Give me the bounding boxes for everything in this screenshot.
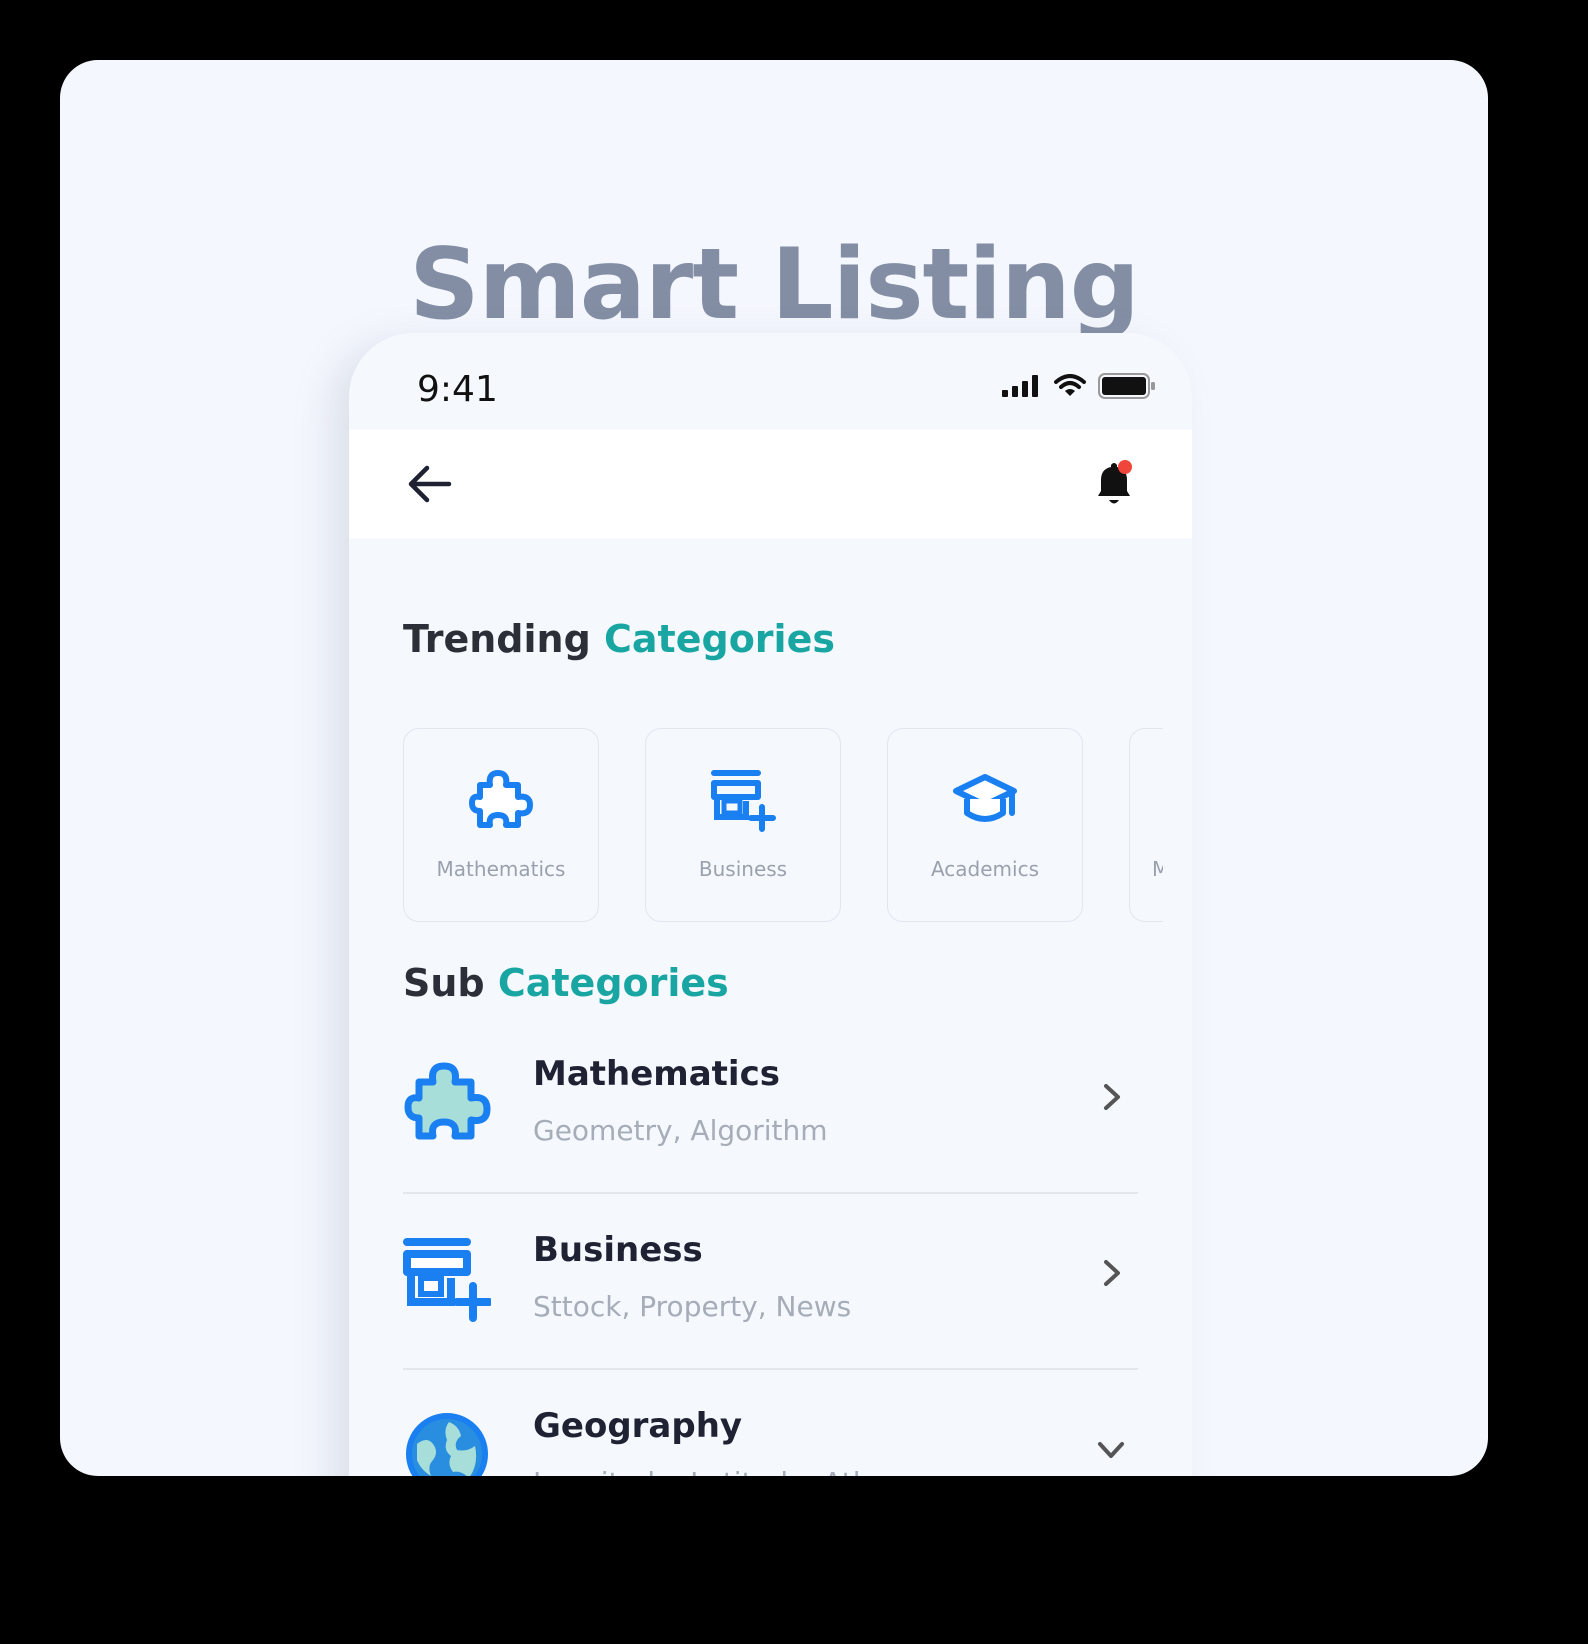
trending-card-mathematics[interactable]: Mathematics <box>403 728 599 922</box>
status-bar: 9:41 <box>349 333 1192 429</box>
sub-category-name: Geography <box>533 1406 743 1446</box>
trending-categories-row: Mathematics Business Academics M <box>403 728 1163 924</box>
wifi-icon <box>1054 374 1086 396</box>
store-add-icon <box>403 1238 491 1322</box>
status-time: 9:41 <box>417 369 498 410</box>
chevron-down-icon[interactable] <box>1094 1432 1128 1466</box>
sub-categories-list: Mathematics Geometry, Algorithm Business… <box>403 1018 1138 1476</box>
trending-card-label: Business <box>698 857 788 881</box>
trending-card-label: M <box>1152 857 1163 881</box>
chevron-right-icon[interactable] <box>1094 1080 1128 1114</box>
puzzle-icon <box>469 770 533 828</box>
trending-card-label: Academics <box>930 857 1040 881</box>
battery-icon <box>1098 373 1155 399</box>
trending-heading-plain: Trending <box>403 617 591 661</box>
sub-category-business[interactable]: Business Sttock, Property, News <box>403 1194 1138 1370</box>
sub-category-desc: Longitude, Latitude, Atlas <box>533 1466 892 1476</box>
sub-category-name: Business <box>533 1230 703 1270</box>
sub-category-name: Mathematics <box>533 1054 780 1094</box>
notification-dot <box>1118 460 1132 474</box>
trending-card-business[interactable]: Business <box>645 728 841 922</box>
chevron-right-icon[interactable] <box>1094 1256 1128 1290</box>
sub-category-desc: Geometry, Algorithm <box>533 1114 828 1147</box>
trending-card-academics[interactable]: Academics <box>887 728 1083 922</box>
trending-card-label: Mathematics <box>436 857 566 881</box>
trending-card-partial[interactable]: M <box>1129 728 1163 922</box>
cellular-signal-icon <box>1002 375 1038 397</box>
showcase-card: Smart Listing 9:41 Trending Categories M… <box>60 60 1488 1476</box>
status-icons <box>1002 373 1156 399</box>
sub-heading-plain: Sub <box>403 961 485 1005</box>
back-arrow-icon[interactable] <box>405 464 453 504</box>
graduation-cap-icon <box>953 774 1017 822</box>
trending-heading-accent: Categories <box>604 617 835 661</box>
app-header <box>349 430 1192 538</box>
page-title: Smart Listing <box>409 228 1140 342</box>
sub-heading-accent: Categories <box>497 961 729 1005</box>
sub-category-geography[interactable]: Geography Longitude, Latitude, Atlas <box>403 1370 1138 1476</box>
phone-frame: 9:41 Trending Categories Mathematics Bus… <box>349 333 1192 1476</box>
globe-icon <box>406 1413 488 1476</box>
puzzle-icon <box>404 1062 491 1140</box>
sub-category-desc: Sttock, Property, News <box>533 1290 852 1323</box>
sub-categories-heading: Sub Categories <box>403 961 729 1005</box>
store-add-icon <box>711 770 776 832</box>
notification-bell-icon[interactable] <box>1092 458 1136 510</box>
sub-category-mathematics[interactable]: Mathematics Geometry, Algorithm <box>403 1018 1138 1194</box>
trending-heading: Trending Categories <box>403 617 835 661</box>
